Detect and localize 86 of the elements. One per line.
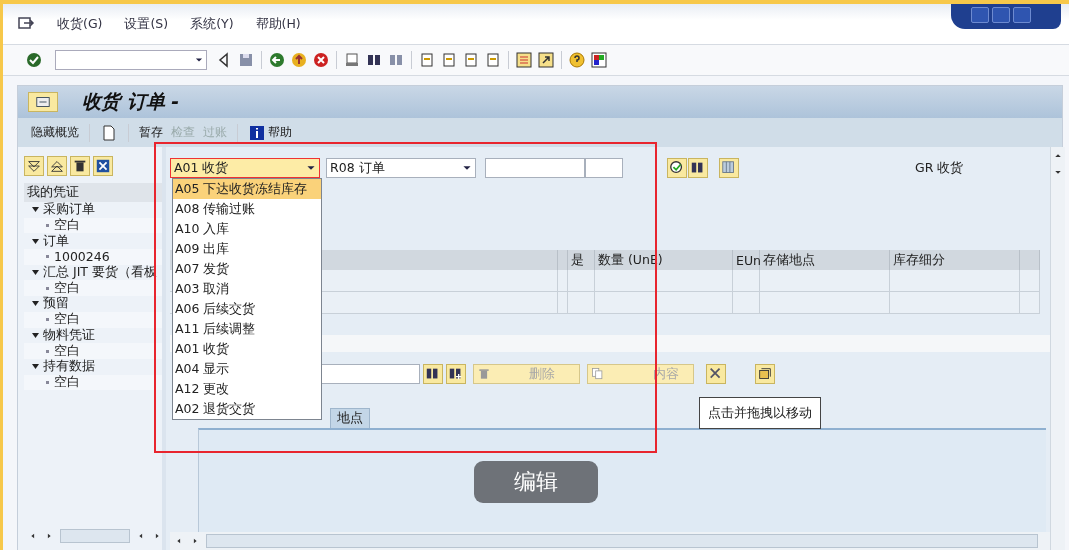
tree-item[interactable]: 空白 — [54, 373, 80, 391]
expanded-icon[interactable] — [32, 332, 39, 338]
tree-folder[interactable]: 采购订单 — [24, 202, 162, 218]
help-icon[interactable] — [568, 51, 586, 69]
dropdown-option[interactable]: A10 入库 — [173, 219, 321, 239]
table-cell — [558, 292, 568, 314]
tree-item[interactable]: 空白 — [54, 217, 80, 235]
back-icon[interactable] — [268, 51, 286, 69]
tree-label: 持有数据 — [43, 358, 95, 375]
dropdown-option[interactable]: A11 后续调整 — [173, 319, 321, 339]
dropdown-option[interactable]: A07 发货 — [173, 259, 321, 279]
expanded-icon[interactable] — [32, 301, 39, 307]
tab[interactable]: 地点 — [330, 408, 370, 428]
tree-label: 采购订单 — [43, 202, 95, 218]
menu-item[interactable]: 设置(S) — [124, 15, 169, 33]
table-cell — [568, 270, 595, 292]
tree-label: 物料凭证 — [43, 327, 95, 344]
tree-item[interactable]: 空白 — [54, 311, 80, 329]
column-header[interactable]: EUn — [733, 250, 760, 270]
bullet-icon — [46, 255, 49, 259]
bullet-icon — [46, 318, 49, 322]
table-cell — [733, 270, 760, 292]
tree-label: 订单 — [43, 233, 69, 250]
expanded-icon[interactable] — [32, 270, 39, 276]
command-field[interactable] — [55, 50, 207, 70]
column-header[interactable]: 是 — [568, 250, 595, 270]
bullet-icon — [46, 349, 49, 353]
tree-heading: 我的凭证 — [24, 183, 162, 202]
shortcut-icon[interactable] — [537, 51, 555, 69]
page-icon[interactable] — [440, 51, 458, 69]
scrollbar-thumb[interactable] — [206, 534, 1038, 548]
scrollbar-thumb[interactable] — [60, 529, 130, 543]
page-icon[interactable] — [462, 51, 480, 69]
dropdown-option[interactable]: A08 传输过账 — [173, 199, 321, 219]
expanded-icon[interactable] — [32, 238, 39, 244]
bullet-icon — [46, 224, 49, 228]
table-cell — [733, 292, 760, 314]
screen-title: 收货 订单 - — [82, 89, 180, 114]
page-icon[interactable] — [418, 51, 436, 69]
dropdown-option[interactable]: A06 后续交货 — [173, 299, 321, 319]
layout-icon[interactable] — [590, 51, 608, 69]
help-button[interactable]: 帮助 — [268, 124, 292, 141]
bullet-icon — [46, 286, 49, 290]
hide-overview-button[interactable]: 隐藏概览 — [31, 124, 79, 141]
dropdown-option[interactable]: A09 出库 — [173, 239, 321, 259]
toolbar-button[interactable]: 暂存 — [139, 124, 163, 141]
tree-folder[interactable]: 持有数据 — [24, 358, 162, 375]
info-icon[interactable] — [248, 123, 266, 142]
action-dropdown[interactable]: A01 收货 — [170, 158, 320, 178]
cancel-icon[interactable] — [312, 51, 330, 69]
dropdown-option[interactable]: A02 退货交货 — [173, 399, 321, 419]
tree-item[interactable]: 空白 — [54, 279, 80, 297]
print-icon[interactable] — [343, 51, 361, 69]
tree-folder[interactable]: 预留 — [24, 296, 162, 312]
expanded-icon[interactable] — [32, 364, 39, 370]
menu-item[interactable]: 收货(G) — [57, 15, 103, 33]
menu-item[interactable]: 系统(Y) — [190, 15, 234, 33]
tree-label: 预留 — [43, 296, 69, 312]
column-header[interactable]: 库存细分 — [890, 250, 1020, 270]
table-cell — [1020, 292, 1040, 314]
dropdown-option[interactable]: A12 更改 — [173, 379, 321, 399]
tree-folder[interactable]: 订单 — [24, 233, 162, 250]
document-number-field[interactable] — [485, 158, 585, 178]
reference-dropdown[interactable]: R08 订单 — [326, 158, 476, 178]
menu-item[interactable]: 帮助(H) — [255, 15, 301, 33]
exit-icon[interactable] — [290, 51, 308, 69]
checkmark-icon[interactable] — [25, 51, 43, 69]
dropdown-option[interactable]: A03 取消 — [173, 279, 321, 299]
table-cell — [1020, 270, 1040, 292]
bullet-icon — [46, 380, 49, 384]
year-field[interactable] — [585, 158, 623, 178]
services-icon[interactable] — [35, 94, 51, 110]
table-cell — [568, 292, 595, 314]
dropdown-option[interactable]: A05 下达收货冻结库存 — [173, 179, 321, 199]
table-cell — [558, 270, 568, 292]
expanded-icon[interactable] — [32, 207, 39, 213]
new-document-icon[interactable] — [100, 123, 118, 142]
page-icon[interactable] — [484, 51, 502, 69]
tree-folder[interactable]: 物料凭证 — [24, 327, 162, 344]
column-header[interactable]: 存储地点 — [760, 250, 890, 270]
services-button[interactable] — [28, 92, 58, 112]
dropdown-option[interactable]: A01 收货 — [173, 339, 321, 359]
edit-badge[interactable]: 编辑 — [474, 461, 598, 503]
transaction-label: GR 收货 — [915, 159, 964, 177]
dropdown-option[interactable]: A04 显示 — [173, 359, 321, 379]
tooltip: 点击并拖拽以移动 — [699, 397, 821, 429]
